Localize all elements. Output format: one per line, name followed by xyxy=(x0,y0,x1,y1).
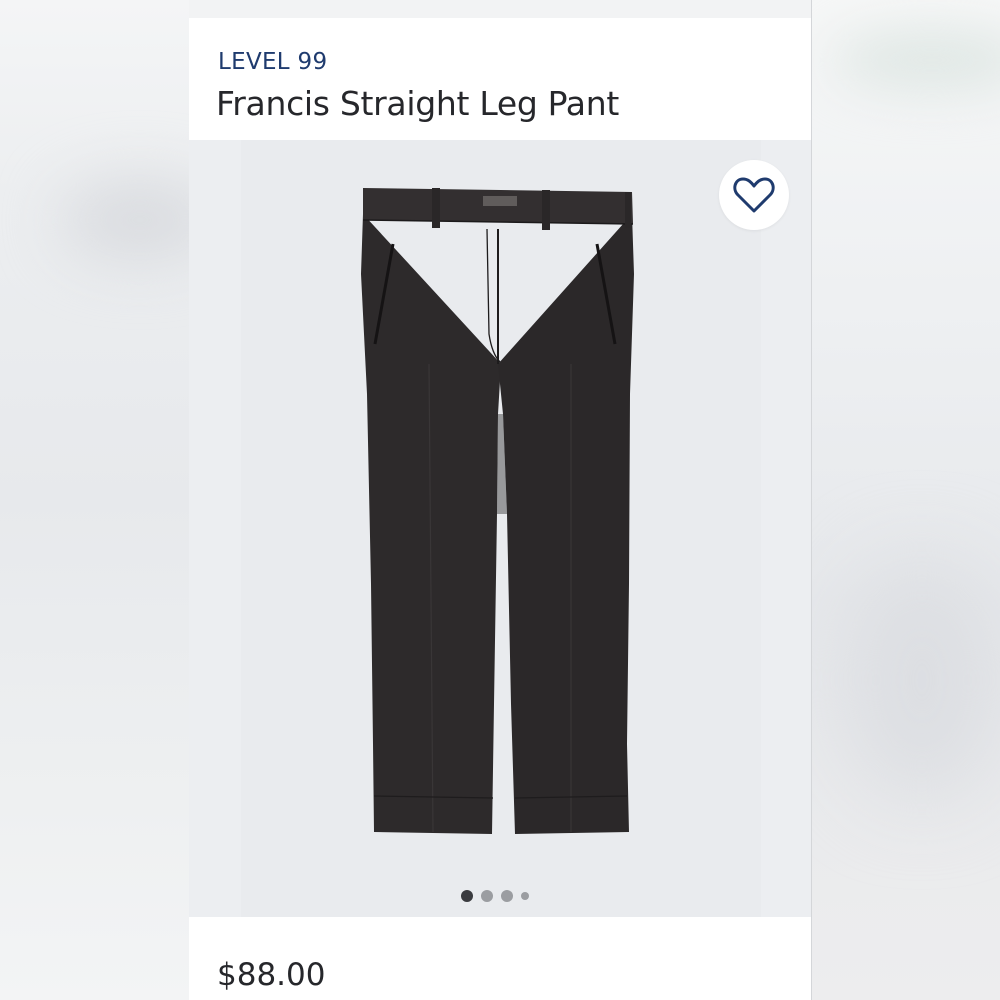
product-image-carousel[interactable] xyxy=(189,140,811,917)
carousel-dot-1[interactable] xyxy=(461,890,473,902)
product-title[interactable]: Francis Straight Leg Pant xyxy=(216,84,619,123)
blurred-backdrop-left xyxy=(0,0,220,1000)
carousel-dot-3[interactable] xyxy=(501,890,513,902)
carousel-dot-2[interactable] xyxy=(481,890,493,902)
carousel-dots xyxy=(461,890,529,902)
card-top-strip xyxy=(189,0,811,18)
screen: LEVEL 99 Francis Straight Leg Pant $88.0… xyxy=(0,0,1000,1000)
product-image-pants[interactable] xyxy=(357,184,637,876)
heart-outline-icon xyxy=(733,177,775,213)
brand-name: LEVEL 99 xyxy=(218,49,328,75)
product-price: $88.00 xyxy=(217,957,326,993)
blurred-backdrop-right xyxy=(812,0,1000,1000)
product-card[interactable]: LEVEL 99 Francis Straight Leg Pant $88.0… xyxy=(189,0,811,1000)
carousel-dot-4[interactable] xyxy=(521,892,529,900)
favorite-button[interactable] xyxy=(719,160,789,230)
